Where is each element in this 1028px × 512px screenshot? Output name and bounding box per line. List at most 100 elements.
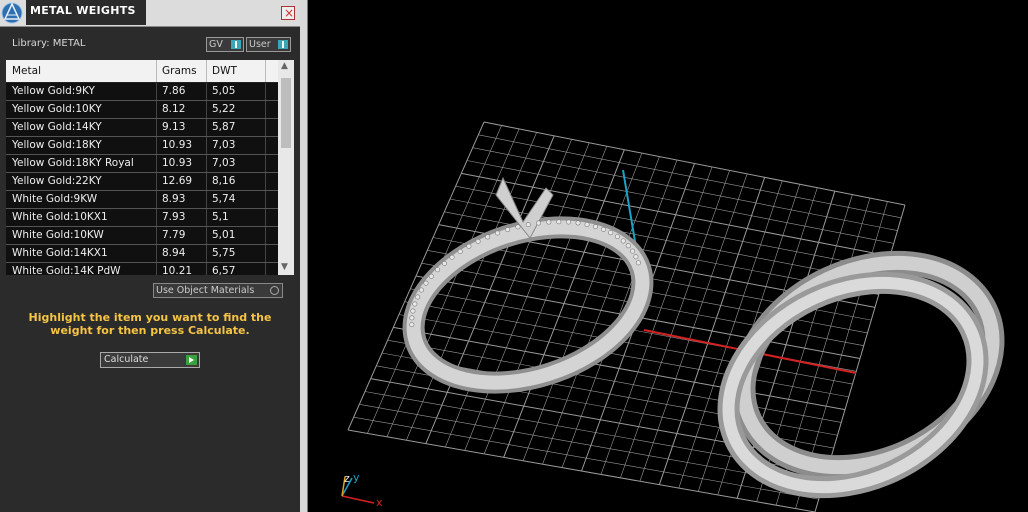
column-divider [265,101,266,118]
metal-cell: Yellow Gold:10KY [12,103,102,115]
column-divider [265,137,266,154]
column-divider [156,227,157,244]
grams-cell: 8.93 [162,193,186,205]
column-divider [156,101,157,118]
dwt-cell: 6,57 [212,265,236,275]
table-scrollbar[interactable]: ▲ ▼ [278,60,294,275]
metal-cell: Yellow Gold:22KY [12,175,102,187]
table-body: Yellow Gold:9KY 7.86 5,05 Yellow Gold:10KY 8… [6,83,278,275]
column-divider [206,227,207,244]
table-row[interactable]: Yellow Gold:10KY 8.12 5,22 [6,101,278,119]
pave-bead [625,243,631,249]
table-row[interactable]: Yellow Gold:22KY 12.69 8,16 [6,173,278,191]
column-divider [206,60,207,82]
pave-bead [633,254,639,260]
table-row[interactable]: White Gold:9KW 8.93 5,74 [6,191,278,209]
pave-bead [418,287,424,293]
column-divider [156,191,157,208]
gizmo-x-label: x [376,496,383,509]
column-divider [156,83,157,100]
scroll-down-icon[interactable]: ▼ [281,262,288,272]
pave-bead [423,280,429,286]
metal-table: Metal Grams DWT Yellow Gold:9KY 7.86 5,05 Y… [6,60,294,275]
close-button[interactable]: × [281,6,295,20]
pave-bead [435,267,441,273]
metal-cell: White Gold:9KW [12,193,98,205]
calculate-button[interactable]: Calculate [100,352,200,368]
column-divider [265,155,266,172]
dwt-cell: 5,01 [212,229,236,241]
table-row[interactable]: Yellow Gold:14KY 9.13 5,87 [6,119,278,137]
gv-toggle-label: GV [209,39,223,50]
column-header-metal[interactable]: Metal [12,65,41,77]
metal-cell: White Gold:10KX1 [12,211,108,223]
column-divider [265,173,266,190]
table-row[interactable]: White Gold:10KX1 7.93 5,1 [6,209,278,227]
pave-bead [475,238,481,244]
grams-cell: 10.93 [162,157,193,169]
pave-bead [412,301,418,307]
pave-bead [441,260,447,266]
pave-bead [566,219,572,225]
pave-bead [428,273,434,279]
axis-gizmo: z y x [341,471,383,509]
metal-cell: Yellow Gold:9KY [12,85,95,97]
column-divider [206,137,207,154]
panel-titlebar: METAL WEIGHTS × [0,0,300,27]
user-toggle[interactable]: User [246,37,291,52]
wedding-band [717,250,1005,499]
3d-viewport[interactable]: z y x [308,0,1028,512]
use-object-materials-label: Use Object Materials [156,285,255,296]
metal-weights-panel: METAL WEIGHTS × Library: METAL GV User M… [0,0,300,512]
gv-toggle[interactable]: GV [206,37,244,52]
column-divider [206,155,207,172]
panel-divider[interactable] [300,0,308,512]
pave-bead [556,219,562,225]
column-header-grams[interactable]: Grams [162,65,197,77]
dwt-cell: 5,75 [212,247,236,259]
metal-cell: White Gold:10KW [12,229,104,241]
table-row[interactable]: Yellow Gold:18KY Royal 10.93 7,03 [6,155,278,173]
gizmo-z-label: z [344,472,350,485]
metal-cell: White Gold:14K PdW [12,265,121,275]
viewport-scene: z y x [341,121,1005,512]
grams-cell: 12.69 [162,175,193,187]
pave-bead [635,260,641,266]
table-header: Metal Grams DWT [6,60,278,82]
metal-cell: Yellow Gold:14KY [12,121,102,133]
scroll-up-icon[interactable]: ▲ [281,61,288,71]
use-object-materials-option[interactable]: Use Object Materials [153,283,283,298]
pave-bead [505,227,511,233]
pave-bead [575,220,581,226]
table-row[interactable]: White Gold:14KX1 8.94 5,75 [6,245,278,263]
column-divider [265,227,266,244]
column-divider [265,209,266,226]
user-toggle-label: User [249,39,271,50]
table-row[interactable]: Yellow Gold:18KY 10.93 7,03 [6,137,278,155]
grams-cell: 8.94 [162,247,186,259]
radio-icon[interactable] [270,286,279,295]
instruction-text: Highlight the item you want to find the … [28,311,272,337]
column-divider [206,119,207,136]
grams-cell: 7.79 [162,229,186,241]
panel-title: METAL WEIGHTS [30,4,136,17]
column-header-dwt[interactable]: DWT [212,65,237,77]
table-row[interactable]: Yellow Gold:9KY 7.86 5,05 [6,83,278,101]
gizmo-y-label: y [353,471,360,484]
close-icon: × [284,6,295,20]
column-divider [156,173,157,190]
pave-bead [409,322,415,328]
table-row[interactable]: White Gold:14K PdW 10.21 6,57 [6,263,278,275]
column-divider [156,60,157,82]
column-divider [206,173,207,190]
dwt-cell: 5,1 [212,211,229,223]
column-divider [156,263,157,275]
table-row[interactable]: White Gold:10KW 7.79 5,01 [6,227,278,245]
scroll-thumb[interactable] [281,78,291,148]
dwt-cell: 5,87 [212,121,236,133]
dwt-cell: 8,16 [212,175,236,187]
pave-bead [584,221,590,227]
toggle-switch-icon [231,40,241,49]
grams-cell: 9.13 [162,121,186,133]
pave-bead [415,294,421,300]
